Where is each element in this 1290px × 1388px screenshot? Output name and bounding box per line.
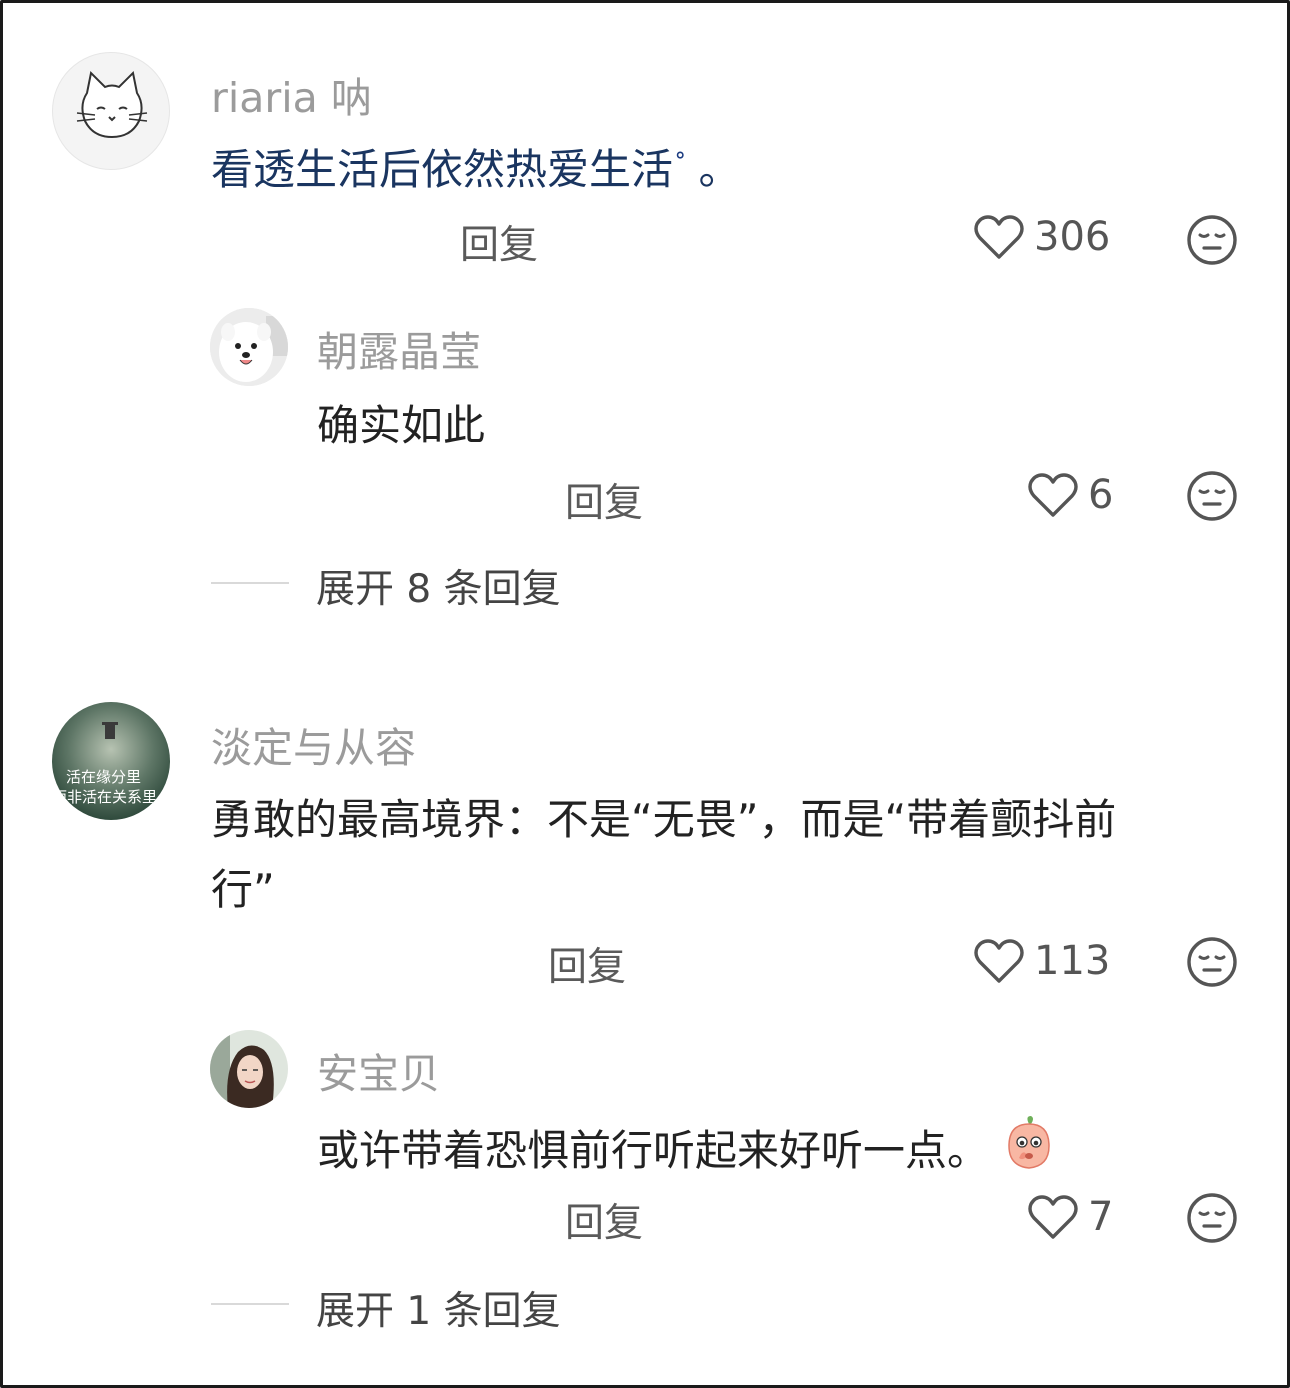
comment-text: 看透生活后依然热爱生活ᐤ 。 (211, 136, 741, 197)
avatar-danding[interactable]: 活在缘分里 而非活在关系里 (52, 702, 170, 820)
avatar-riaria[interactable] (52, 52, 170, 170)
like-count: 113 (1034, 938, 1111, 984)
avatar-caption-line2: 而非活在关系里 (52, 788, 158, 806)
reply-button[interactable]: 回复 (548, 936, 626, 992)
samoyed-dog-icon (210, 308, 288, 386)
heart-outline-icon (974, 215, 1024, 259)
like-button[interactable]: 7 (1028, 1194, 1113, 1240)
comment-username[interactable]: 淡定与从容 (211, 714, 416, 774)
heart-outline-icon (974, 939, 1024, 983)
neutral-face-icon (1187, 937, 1237, 987)
avatar-anbaobei[interactable] (210, 1030, 288, 1108)
reply-button[interactable]: 回复 (565, 1192, 643, 1248)
expand-divider (211, 1303, 289, 1305)
dislike-button[interactable] (1186, 1192, 1238, 1248)
comment-text-line2: 行” (211, 865, 275, 914)
reply-username[interactable]: 朝露晶莹 (317, 318, 481, 378)
like-button[interactable]: 113 (974, 938, 1110, 984)
comment-text-main: 看透生活后依然热爱生活 (211, 145, 674, 194)
like-button[interactable]: 306 (974, 214, 1110, 260)
dislike-button[interactable] (1186, 214, 1238, 270)
neutral-face-icon (1187, 215, 1237, 265)
cat-icon (76, 70, 148, 139)
avatar-caption-line1: 活在缘分里 (66, 768, 142, 786)
comment-text-suffix: 。 (685, 145, 741, 194)
reply-button[interactable]: 回复 (460, 214, 538, 270)
expand-replies-button[interactable]: 展开 8 条回复 (316, 558, 561, 614)
expand-replies-button[interactable]: 展开 1 条回复 (316, 1280, 561, 1336)
expand-divider (211, 582, 289, 584)
neutral-face-icon (1187, 471, 1237, 521)
neutral-face-icon (1187, 1193, 1237, 1243)
like-button[interactable]: 6 (1028, 472, 1113, 518)
dislike-button[interactable] (1186, 936, 1238, 992)
reply-username[interactable]: 安宝贝 (317, 1040, 440, 1100)
like-count: 7 (1088, 1194, 1114, 1240)
reply-text: 确实如此 (317, 401, 486, 450)
reply-button[interactable]: 回复 (565, 472, 643, 528)
avatar-zhaolu[interactable] (210, 308, 288, 386)
peach-shy-emoji (1001, 1114, 1057, 1180)
heart-outline-icon (1028, 1195, 1078, 1239)
dislike-button[interactable] (1186, 470, 1238, 526)
search-link-icon[interactable]: ᐤ (675, 146, 685, 176)
woman-portrait-image (210, 1030, 288, 1108)
like-count: 306 (1034, 214, 1111, 260)
reply-text: 或许带着恐惧前行听起来好听一点。 (317, 1114, 1057, 1180)
reply-text-main: 或许带着恐惧前行听起来好听一点。 (317, 1125, 990, 1175)
like-count: 6 (1088, 472, 1114, 518)
heart-outline-icon (1028, 473, 1078, 517)
comment-text-line1: 勇敢的最高境界：不是“无畏”，而是“带着颤抖前 (211, 795, 1117, 844)
comment-username[interactable]: riaria 呐 (211, 64, 372, 124)
